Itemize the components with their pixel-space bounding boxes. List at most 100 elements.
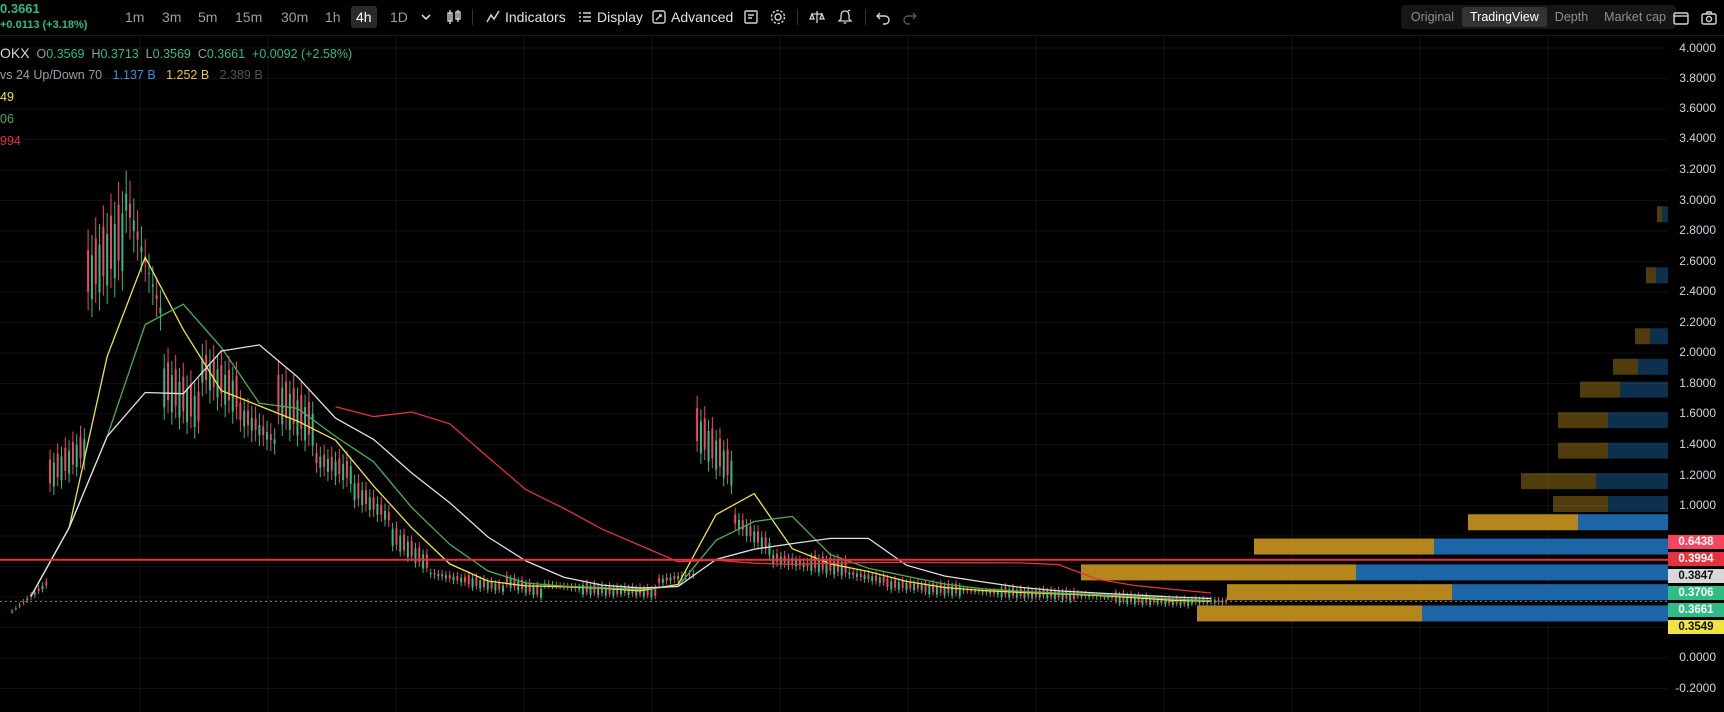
price-tag: 0.6438 [1668, 535, 1724, 549]
candle-body [79, 436, 82, 459]
undo-icon[interactable] [874, 8, 892, 26]
candle-body [688, 574, 691, 576]
candle-body [22, 601, 25, 603]
candle-body [121, 213, 124, 272]
alert-icon[interactable] [836, 8, 854, 26]
compare-icon[interactable] [808, 8, 826, 26]
candle-body [840, 562, 843, 576]
candle-body [384, 510, 387, 520]
candle-body [494, 583, 497, 591]
candle-body [246, 410, 249, 426]
candle-body [699, 421, 702, 454]
candle-body [966, 590, 969, 592]
candle-body [323, 454, 326, 467]
price-axis-label: 4.0000 [1679, 41, 1716, 55]
candle-body [871, 576, 874, 582]
indicators-button[interactable]: Indicators [485, 8, 566, 26]
candle-body [273, 439, 276, 444]
open-label: O [36, 47, 47, 61]
candle-body [227, 370, 230, 401]
candle-body [254, 418, 257, 431]
timeframe-30m[interactable]: 30m [281, 8, 308, 26]
chart-legend: OKX O0.3569 H0.3713 L0.3569 C0.3661 +0.0… [0, 42, 352, 152]
window-icon[interactable] [1672, 9, 1690, 27]
redo-icon[interactable] [901, 8, 919, 26]
volume-profile-sell-bar [1608, 496, 1668, 512]
volume-profile-sell-bar [1620, 381, 1668, 398]
candle-body [897, 582, 900, 590]
advanced-button[interactable]: Advanced [651, 8, 733, 26]
candle-body [319, 456, 322, 468]
low-label: L [145, 47, 153, 61]
candle-body [920, 584, 923, 591]
candle-body [292, 388, 295, 424]
volume-profile-sell-bar [1608, 412, 1668, 429]
timeframe-15m[interactable]: 15m [235, 8, 262, 26]
candle-body [737, 519, 740, 529]
candle-body [395, 528, 398, 545]
price-axis-label: 2.8000 [1679, 223, 1716, 237]
candle-body [863, 574, 866, 579]
candle-body [224, 374, 227, 405]
candle-body [186, 388, 189, 423]
price-axis-label: 1.0000 [1679, 498, 1716, 512]
candle-body [696, 408, 699, 442]
candle-body [658, 578, 661, 583]
candle-body [258, 424, 261, 436]
price-axis-label: 3.2000 [1679, 162, 1716, 176]
screenshot-icon[interactable] [1700, 9, 1718, 27]
candle-body [703, 418, 706, 450]
candle-body [18, 605, 21, 607]
chevron-down-icon[interactable] [417, 8, 435, 26]
candle-body [37, 588, 40, 592]
candle-body [776, 553, 779, 563]
timeframe-5m[interactable]: 5m [198, 8, 217, 26]
candle-body [326, 458, 329, 472]
candle-body [452, 576, 455, 581]
candle-type-icon[interactable] [445, 8, 463, 26]
price-axis-label: 2.2000 [1679, 315, 1716, 329]
candle-body [795, 560, 798, 567]
volume-profile-sell-bar [1638, 358, 1668, 375]
ma-row-2: 06 [0, 112, 14, 126]
candle-body [875, 575, 878, 581]
candle-body [422, 554, 425, 569]
timeframe-1d[interactable]: 1D [390, 8, 408, 26]
candle-body [125, 193, 128, 211]
gear-icon[interactable] [769, 8, 787, 26]
last-price: 0.3661 [0, 1, 40, 16]
candle-body [524, 583, 527, 593]
candle-body [741, 520, 744, 530]
legend-change: +0.0092 (+2.58%) [252, 47, 353, 61]
candle-body [722, 450, 725, 478]
timeframe-4h[interactable]: 4h [351, 6, 377, 28]
price-axis-label: -0.2000 [1675, 681, 1716, 695]
tab-original[interactable]: Original [1403, 7, 1462, 27]
candle-body [243, 410, 246, 427]
candle-body [357, 482, 360, 499]
candle-body [71, 442, 74, 465]
candle-body [288, 393, 291, 430]
volume-profile-buy-bar [1580, 381, 1620, 398]
candle-body [905, 582, 908, 590]
tab-market-cap[interactable]: Market cap [1596, 7, 1674, 27]
candle-body [277, 374, 280, 413]
volume-profile-sell-bar [1596, 473, 1668, 490]
volume-profile-sell-bar [1422, 605, 1668, 622]
candle-body [106, 234, 109, 286]
candle-body [878, 577, 881, 583]
timeframe-3m[interactable]: 3m [162, 8, 181, 26]
volume-profile-buy-bar [1646, 267, 1656, 284]
price-axis-label: 1.2000 [1679, 468, 1716, 482]
timeframe-1m[interactable]: 1m [125, 8, 144, 26]
candle-body [890, 581, 893, 590]
candle-body [250, 417, 253, 431]
tab-depth[interactable]: Depth [1547, 7, 1596, 27]
timeframe-1h[interactable]: 1h [325, 8, 341, 26]
tab-tradingview[interactable]: TradingView [1462, 7, 1547, 27]
layout-icon[interactable] [742, 8, 760, 26]
candle-body [87, 249, 90, 293]
candle-body [460, 577, 463, 583]
display-button[interactable]: Display [577, 8, 643, 26]
candle-body [669, 577, 672, 581]
